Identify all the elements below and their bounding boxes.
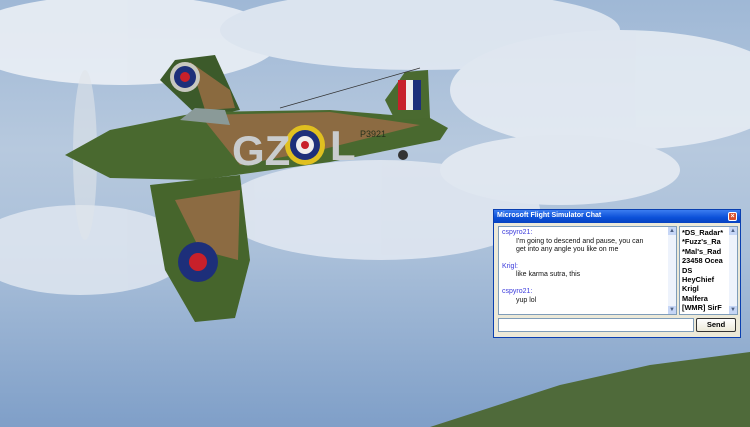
user-item[interactable]: HeyChief — [682, 275, 727, 284]
user-list: *DS_Radar* *Fuzz's_Ra *Mal's_Rad 23458 O… — [679, 226, 738, 315]
user-item[interactable]: [WMR] SirF — [682, 303, 727, 312]
message-sender: Krigl: — [502, 262, 518, 270]
message-text: get into any angle you like on me — [516, 246, 619, 254]
message-text: I'm going to descend and pause, you can — [516, 237, 644, 245]
aircraft-code-left: GZ — [232, 127, 290, 174]
chat-window: Microsoft Flight Simulator Chat × cspyro… — [493, 209, 741, 338]
user-item[interactable]: *Mal's_Rad — [682, 247, 727, 256]
message-text: yup lol — [516, 296, 537, 304]
user-item[interactable]: DS — [682, 266, 727, 275]
chat-title-bar[interactable]: Microsoft Flight Simulator Chat × — [494, 210, 740, 223]
chat-input[interactable] — [498, 318, 694, 332]
aircraft-code-right: L — [330, 122, 356, 169]
user-item[interactable]: *DS_Radar* — [682, 228, 727, 237]
message-text: like karma sutra, this — [516, 271, 581, 279]
chat-messages: cspyro21: I'm going to descend and pause… — [498, 226, 677, 315]
user-item[interactable]: 23458 Ocea — [682, 256, 727, 265]
scroll-down-icon[interactable]: ▼ — [668, 306, 676, 314]
message-sender: cspyro21: — [502, 287, 533, 295]
close-icon[interactable]: × — [728, 212, 737, 221]
aircraft-serial: P3921 — [360, 129, 386, 139]
scroll-up-icon[interactable]: ▲ — [668, 227, 676, 235]
chat-title: Microsoft Flight Simulator Chat — [497, 212, 602, 219]
users-scrollbar[interactable]: ▲ ▼ — [729, 227, 737, 314]
user-item[interactable]: *Fuzz's_Ra — [682, 237, 727, 246]
ground — [430, 352, 750, 427]
send-button[interactable]: Send — [696, 318, 736, 332]
user-item[interactable]: Krigl — [682, 284, 727, 293]
scroll-down-icon[interactable]: ▼ — [729, 306, 737, 314]
scroll-up-icon[interactable]: ▲ — [729, 227, 737, 235]
messages-scrollbar[interactable]: ▲ ▼ — [668, 227, 676, 314]
user-item[interactable]: Malfera — [682, 294, 727, 303]
message-sender: cspyro21: — [502, 229, 533, 236]
